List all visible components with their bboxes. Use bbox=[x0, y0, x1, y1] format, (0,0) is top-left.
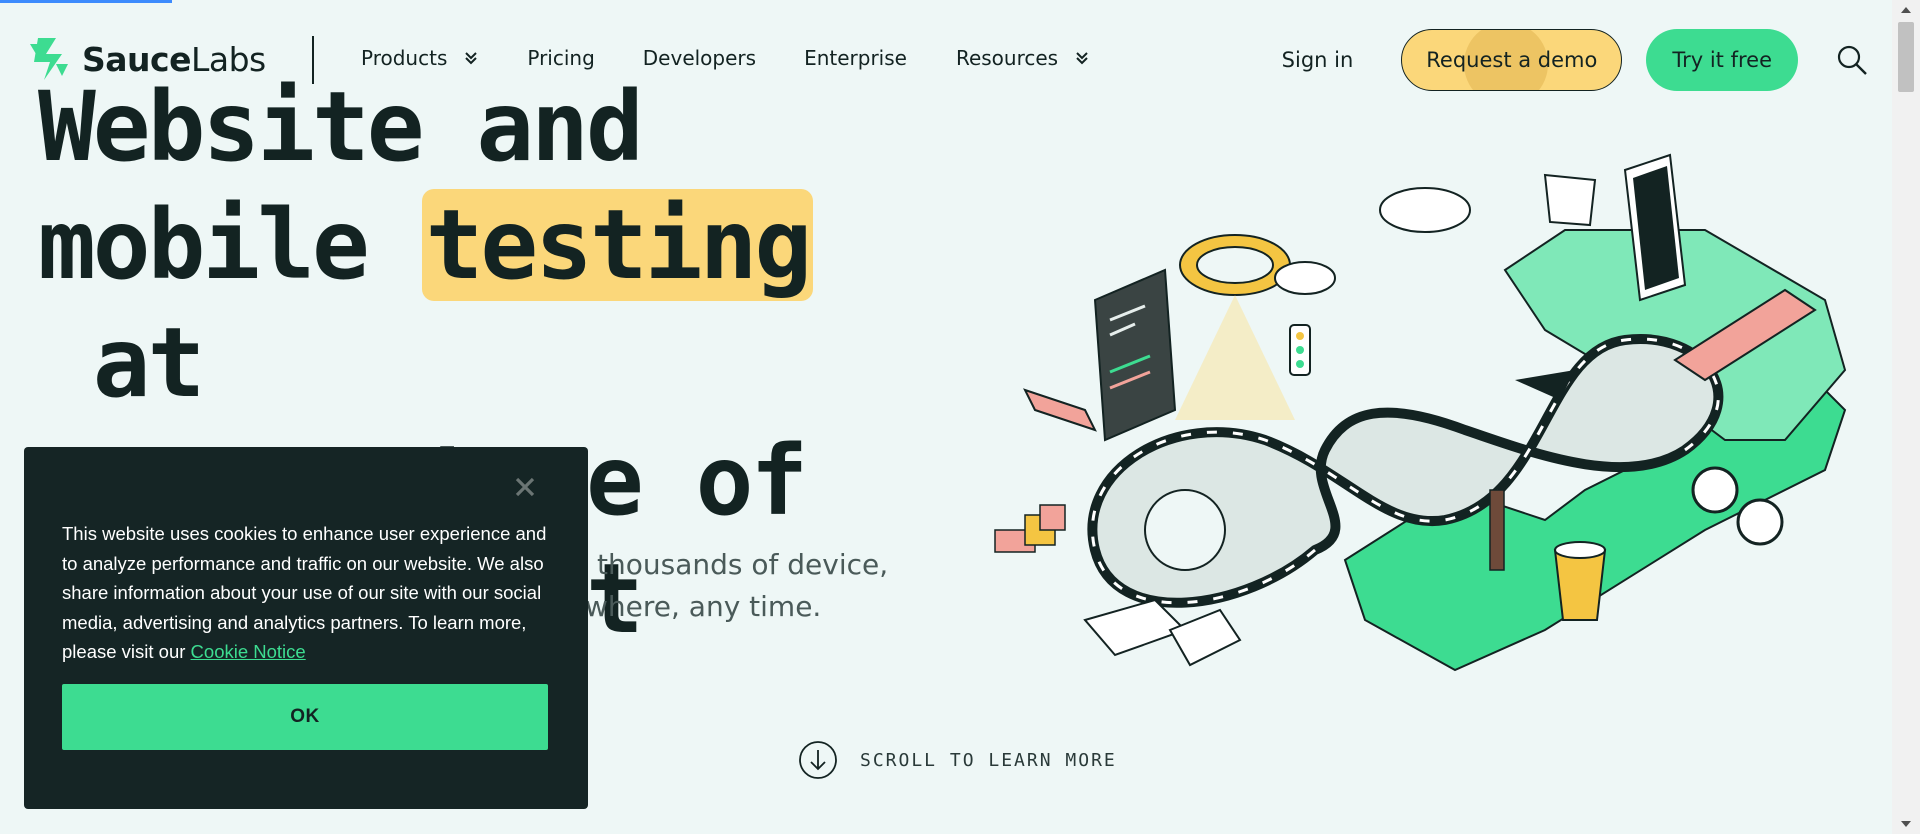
close-icon[interactable] bbox=[512, 474, 538, 500]
hero-title-highlight: testing bbox=[421, 189, 814, 301]
chevron-double-down-icon bbox=[465, 52, 478, 65]
sign-in-link[interactable]: Sign in bbox=[1282, 48, 1354, 72]
scroll-to-learn-more[interactable]: SCROLL TO LEARN MORE bbox=[798, 740, 1117, 780]
scroll-down-arrow-icon[interactable] bbox=[1901, 821, 1911, 827]
illustration-blocks bbox=[994, 504, 1066, 553]
nav-item-developers[interactable]: Developers bbox=[643, 46, 756, 70]
hero-title-line-2-pre: mobile bbox=[38, 189, 422, 301]
nav-item-pricing[interactable]: Pricing bbox=[527, 46, 594, 70]
hero-title-line-2: mobile testing at bbox=[38, 186, 938, 422]
nav-item-enterprise-label: Enterprise bbox=[804, 46, 907, 70]
scroll-label: SCROLL TO LEARN MORE bbox=[860, 749, 1117, 771]
hero-title-line-2-post: at bbox=[38, 307, 206, 419]
nav-item-resources[interactable]: Resources bbox=[956, 46, 1090, 70]
illustration-headphones bbox=[1691, 466, 1739, 514]
request-demo-label: Request a demo bbox=[1426, 48, 1598, 72]
illustration-mug bbox=[1543, 173, 1597, 227]
nav-item-enterprise[interactable]: Enterprise bbox=[804, 46, 907, 70]
cookie-ok-button[interactable]: OK bbox=[62, 684, 548, 750]
hero-title-line-1: Website and bbox=[38, 71, 644, 183]
illustration-gear bbox=[1144, 489, 1226, 571]
illustration-camera bbox=[1023, 388, 1097, 432]
illustration-key bbox=[1168, 608, 1242, 667]
illustration-tablet bbox=[1093, 268, 1177, 442]
request-demo-button[interactable]: Request a demo bbox=[1401, 29, 1623, 91]
page-scrollbar[interactable] bbox=[1892, 0, 1920, 834]
cookie-notice-link[interactable]: Cookie Notice bbox=[191, 641, 306, 662]
try-free-button[interactable]: Try it free bbox=[1646, 29, 1798, 91]
scrollbar-thumb[interactable] bbox=[1898, 22, 1914, 92]
nav-item-developers-label: Developers bbox=[642, 46, 757, 70]
main-nav-links: Products Pricing Developers Enterprise R… bbox=[361, 46, 1090, 70]
search-icon[interactable] bbox=[1836, 44, 1868, 76]
nav-item-products-label: Products bbox=[361, 46, 448, 70]
illustration-enter-key bbox=[1083, 598, 1187, 657]
nav-item-resources-label: Resources bbox=[955, 46, 1059, 70]
arrow-down-circle-icon bbox=[799, 741, 837, 779]
cookie-banner: This website uses cookies to enhance use… bbox=[24, 447, 588, 809]
illustration-coffee bbox=[1553, 549, 1607, 621]
nav-item-pricing-label: Pricing bbox=[527, 46, 595, 70]
illustration-clouds bbox=[1274, 187, 1471, 295]
hero-illustration bbox=[994, 153, 1847, 672]
scroll-up-arrow-icon[interactable] bbox=[1901, 7, 1911, 13]
cookie-text: This website uses cookies to enhance use… bbox=[62, 519, 558, 667]
chevron-double-down-icon bbox=[1076, 52, 1088, 65]
illustration-pen bbox=[1489, 489, 1505, 571]
nav-actions: Sign in Request a demo Try it free bbox=[1282, 29, 1892, 91]
nav-item-products[interactable]: Products bbox=[361, 46, 479, 70]
